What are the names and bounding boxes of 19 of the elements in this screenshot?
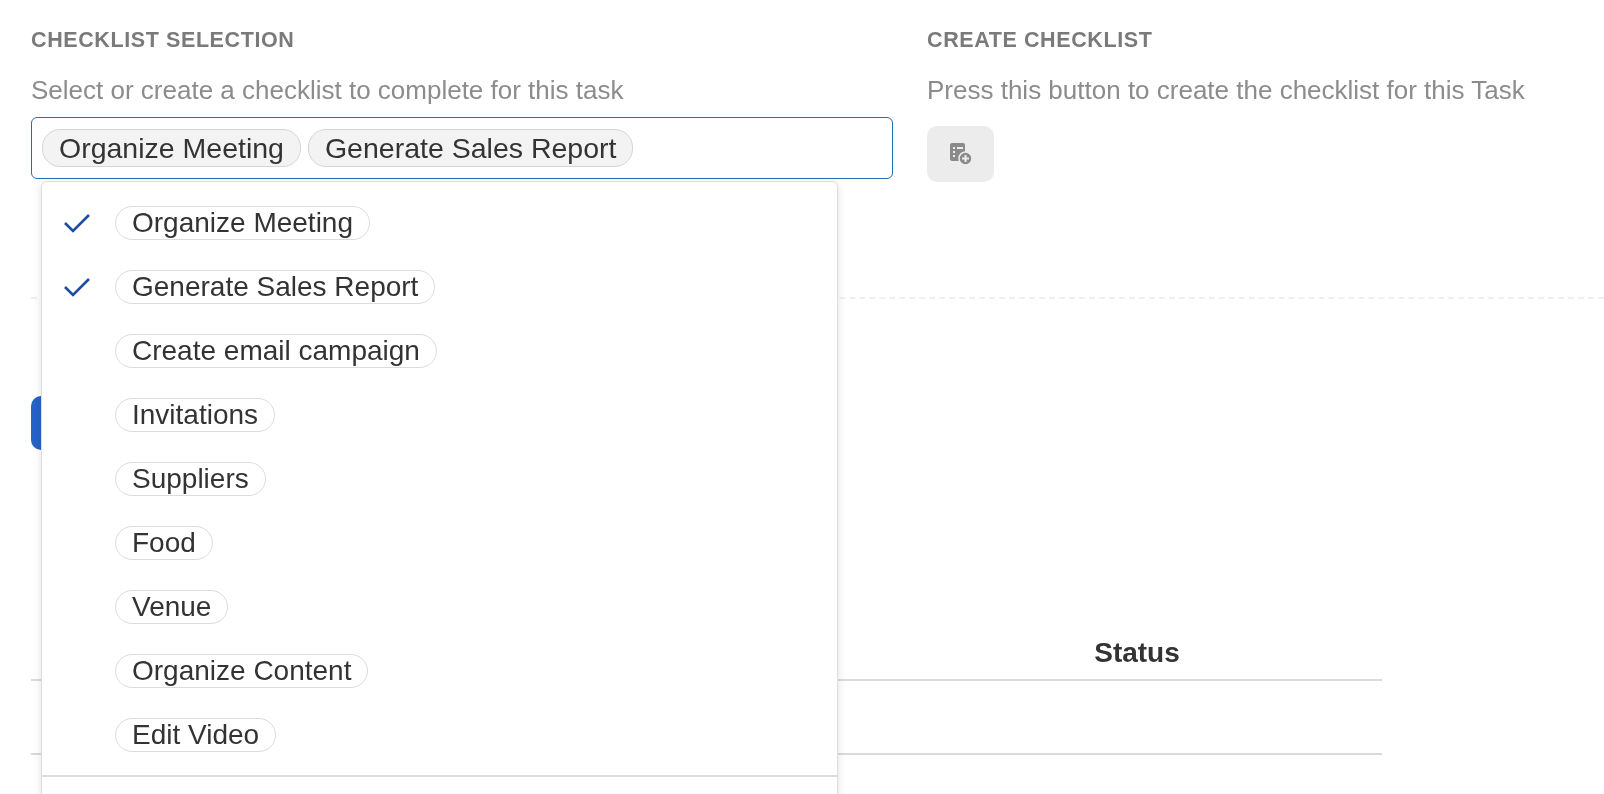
section-description: Press this button to create the checklist for this Task xyxy=(927,75,1525,105)
section-heading: CHECKLIST SELECTION xyxy=(31,27,296,53)
create-checklist-button[interactable] xyxy=(927,126,994,182)
tag-chip[interactable]: Organize Meeting xyxy=(115,206,370,240)
tag-chip[interactable]: Organize Meeting xyxy=(42,129,301,167)
section-description: Select or create a checklist to complete for this task xyxy=(31,75,625,105)
tag-chip[interactable]: Edit Video xyxy=(115,718,277,752)
tag-chip[interactable]: Generate Sales Report xyxy=(307,129,634,167)
column-header: Status xyxy=(1093,637,1181,669)
list-add-icon xyxy=(948,142,973,166)
tag-chip[interactable]: Food xyxy=(115,526,213,560)
tag-chip[interactable]: Invitations xyxy=(115,398,276,432)
tag-chip[interactable]: Create email campaign xyxy=(115,334,437,368)
section-heading: CREATE CHECKLIST xyxy=(927,27,1154,53)
tag-chip[interactable]: Generate Sales Report xyxy=(115,270,436,304)
tag-chip[interactable]: Organize Content xyxy=(115,654,369,688)
tag-chip[interactable]: Suppliers xyxy=(115,462,266,496)
tag-chip[interactable]: Venue xyxy=(115,590,229,624)
tag-select-field[interactable]: Organize Meeting Generate Sales Report xyxy=(31,117,893,179)
